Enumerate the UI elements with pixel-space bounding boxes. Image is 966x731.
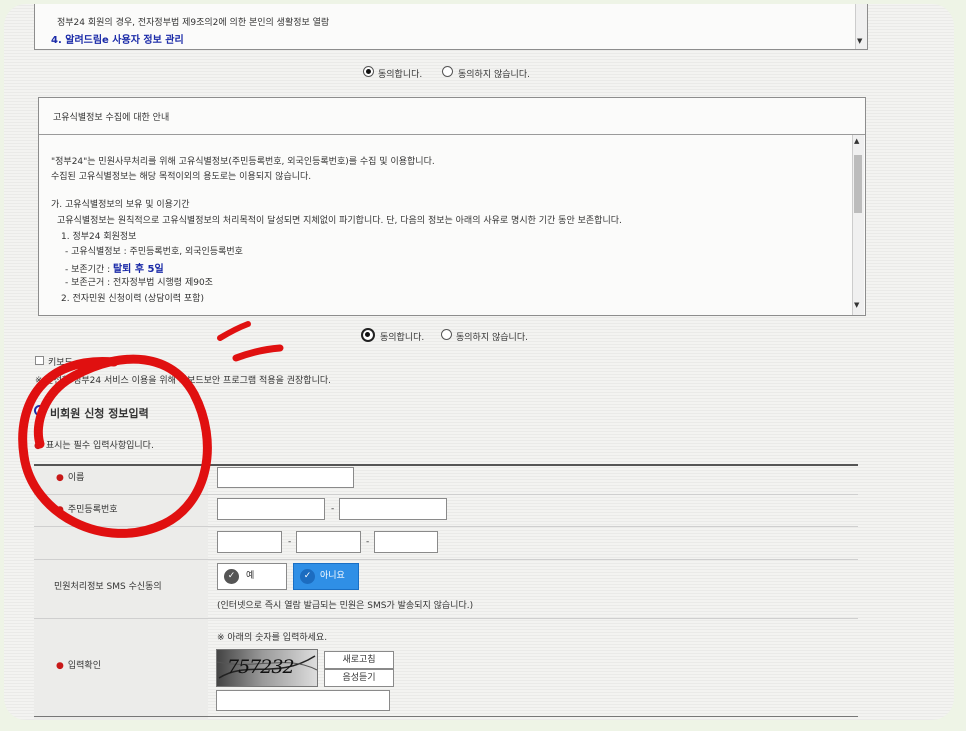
row-divider bbox=[34, 559, 858, 560]
screen-photo: 정부24 회원의 경우, 전자정부법 제9조의2에 의한 본인의 생활정보 열람… bbox=[4, 4, 954, 720]
sms-yes-button[interactable]: ✓ 예 bbox=[217, 563, 287, 590]
rrn-separator: - bbox=[331, 504, 335, 514]
sms-no-label: 아니요 bbox=[320, 571, 345, 581]
retention-value: 탈퇴 후 5일 bbox=[112, 264, 164, 275]
terms-heading: 4. 알려드림e 사용자 정보 관리 bbox=[51, 35, 184, 46]
uid-text: - 보존근거 : 전자정부법 시행령 제90조 bbox=[65, 278, 213, 288]
sms-yes-label: 예 bbox=[246, 571, 255, 581]
agree-label-1: 동의합니다. bbox=[378, 70, 423, 80]
retention-label: - 보존기간 : bbox=[65, 265, 113, 275]
refresh-button[interactable]: 새로고침 bbox=[324, 651, 394, 669]
row-divider bbox=[34, 526, 858, 527]
rrn-label: ● 주민등록번호 bbox=[56, 502, 118, 515]
required-star-icon: ● bbox=[56, 473, 64, 483]
sms-no-button[interactable]: ✓ 아니요 bbox=[293, 563, 359, 590]
keyboard-checkbox[interactable] bbox=[35, 356, 44, 365]
phone-separator: - bbox=[288, 537, 292, 547]
phone-part3-input[interactable] bbox=[374, 531, 438, 553]
red-dash-annotation bbox=[232, 344, 284, 362]
required-note: ● 표시는 필수 입력사항입니다. bbox=[34, 438, 154, 451]
rrn-label-text: 주민등록번호 bbox=[67, 505, 118, 515]
agree-label-2: 동의합니다. bbox=[380, 333, 425, 343]
red-dash-annotation bbox=[217, 321, 251, 341]
agree-radio-1[interactable] bbox=[363, 66, 374, 77]
captcha-input[interactable] bbox=[216, 690, 390, 711]
phone-part2-input[interactable] bbox=[296, 531, 361, 553]
audio-button[interactable]: 음성듣기 bbox=[324, 669, 394, 687]
required-star-icon: ● bbox=[56, 661, 64, 671]
uid-text: "정부24"는 민원사무처리를 위해 고유식별정보(주민등록번호, 외국인등록번… bbox=[51, 157, 435, 167]
uid-text: 수집된 고유식별정보는 해당 목적이외의 용도로는 이용되지 않습니다. bbox=[51, 172, 312, 182]
check-icon: ✓ bbox=[224, 569, 239, 584]
scroll-down-icon[interactable]: ▼ bbox=[854, 301, 859, 309]
form-bottom-border bbox=[34, 716, 858, 717]
scroll-down-icon[interactable]: ▼ bbox=[857, 37, 862, 45]
agree-radio-2[interactable] bbox=[361, 328, 375, 342]
required-note-text: 표시는 필수 입력사항입니다. bbox=[45, 441, 154, 451]
disagree-radio-2[interactable] bbox=[441, 329, 452, 340]
sms-note: (인터넷으로 즉시 열람 발급되는 민원은 SMS가 발송되지 않습니다.) bbox=[217, 601, 474, 611]
uid-text: 가. 고유식별정보의 보유 및 이용기간 bbox=[51, 200, 190, 210]
disagree-label-1: 동의하지 않습니다. bbox=[458, 70, 530, 80]
scrollbar[interactable]: ▼ bbox=[855, 4, 867, 49]
scroll-thumb[interactable] bbox=[854, 155, 862, 213]
required-star-icon: ● bbox=[56, 505, 64, 515]
uid-text: 고유식별정보는 원칙적으로 고유식별정보의 처리목적이 달성되면 지체없이 파기… bbox=[57, 216, 622, 226]
scrollbar[interactable]: ▲ ▼ bbox=[852, 135, 864, 315]
row-divider bbox=[34, 618, 858, 619]
required-star-icon: ● bbox=[34, 441, 42, 451]
section-title: 비회원 신청 정보입력 bbox=[50, 407, 149, 420]
uid-text: - 고유식별정보 : 주민등록번호, 외국인등록번호 bbox=[65, 247, 243, 257]
uid-text: - 보존기간 : 탈퇴 후 5일 bbox=[65, 260, 164, 275]
captcha-label: ● 입력확인 bbox=[56, 658, 101, 671]
phone-separator: - bbox=[366, 537, 370, 547]
disagree-label-2: 동의하지 않습니다. bbox=[456, 333, 528, 343]
divider bbox=[39, 134, 865, 135]
name-input[interactable] bbox=[217, 467, 354, 488]
captcha-image: 757232 bbox=[216, 649, 318, 687]
captcha-label-text: 입력확인 bbox=[67, 661, 101, 671]
row-divider bbox=[34, 494, 858, 495]
captcha-hint: ※ 아래의 숫자를 입력하세요. bbox=[217, 633, 328, 643]
rrn-front-input[interactable] bbox=[217, 498, 325, 520]
phone-part1-input[interactable] bbox=[217, 531, 282, 553]
scroll-up-icon[interactable]: ▲ bbox=[854, 137, 859, 145]
rrn-back-input[interactable] bbox=[339, 498, 447, 520]
uid-info-box: 고유식별정보 수집에 대한 안내 "정부24"는 민원사무처리를 위해 고유식별… bbox=[38, 97, 866, 316]
terms-line: 정부24 회원의 경우, 전자정부법 제9조의2에 의한 본인의 생활정보 열람 bbox=[57, 18, 330, 28]
captcha-text: 757232 bbox=[227, 656, 295, 678]
uid-text: 1. 정부24 회원정보 bbox=[61, 232, 137, 242]
keyboard-label: 키보드 bbox=[48, 358, 73, 368]
uid-box-title: 고유식별정보 수집에 대한 안내 bbox=[53, 113, 170, 123]
disagree-radio-1[interactable] bbox=[442, 66, 453, 77]
terms-box-top: 정부24 회원의 경우, 전자정부법 제9조의2에 의한 본인의 생활정보 열람… bbox=[34, 4, 868, 50]
check-icon: ✓ bbox=[300, 569, 315, 584]
keyboard-notice: ※ 안전한 정부24 서비스 이용을 위해 키보드보안 프로그램 적용을 권장합… bbox=[35, 376, 332, 386]
name-label: ● 이름 bbox=[56, 470, 84, 483]
section-bullet-icon bbox=[34, 405, 45, 416]
uid-text: 2. 전자민원 신청이력 (상담이력 포함) bbox=[61, 294, 204, 304]
name-label-text: 이름 bbox=[67, 473, 85, 483]
sms-label: 민원처리정보 SMS 수신동의 bbox=[54, 582, 162, 592]
